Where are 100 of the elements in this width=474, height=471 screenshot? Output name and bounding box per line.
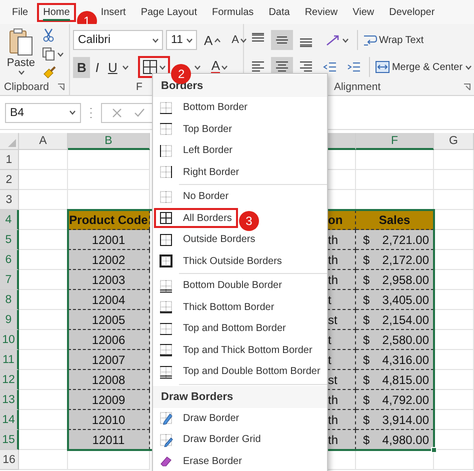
column-header[interactable]: F bbox=[356, 133, 434, 150]
paste-button[interactable]: Paste bbox=[3, 28, 39, 75]
fill-handle[interactable] bbox=[431, 447, 437, 453]
currency-symbol: $ bbox=[362, 352, 370, 366]
menu-item[interactable]: Left Border bbox=[153, 140, 327, 162]
grow-font-button[interactable]: A bbox=[200, 30, 225, 50]
shrink-font-button[interactable]: A bbox=[228, 31, 251, 49]
ribbon-tab[interactable]: Developer bbox=[383, 2, 441, 22]
align-left-icon bbox=[250, 60, 265, 74]
sales-value: 4,815.00 bbox=[382, 372, 430, 386]
row-header[interactable]: 1 bbox=[0, 150, 19, 170]
step-badge: 2 bbox=[171, 64, 192, 84]
row-header[interactable]: 2 bbox=[0, 170, 19, 190]
border-top-bottom-icon bbox=[159, 322, 173, 336]
bold-button[interactable]: B bbox=[72, 56, 90, 78]
ribbon-tab[interactable]: Data bbox=[262, 2, 296, 22]
row-header[interactable]: 7 bbox=[0, 270, 19, 290]
column-header[interactable]: B bbox=[68, 133, 150, 150]
menu-item[interactable]: Draw Border bbox=[153, 408, 327, 429]
ribbon-tab[interactable]: Page Layout bbox=[134, 2, 203, 22]
menu-item[interactable]: Top Border bbox=[153, 118, 327, 140]
table-cell: 12006 bbox=[68, 330, 150, 350]
caret-icon bbox=[464, 64, 472, 70]
launcher-icon[interactable] bbox=[56, 82, 65, 90]
font-size-field[interactable]: 11 bbox=[166, 30, 197, 50]
table-cell: st bbox=[327, 310, 356, 330]
table-cell: th bbox=[327, 250, 356, 270]
caret-icon bbox=[240, 38, 247, 42]
menu-item[interactable]: No Border bbox=[153, 186, 327, 208]
merge-center-button[interactable]: Merge & Center bbox=[374, 59, 473, 75]
merge-icon bbox=[374, 60, 390, 74]
copy-icon[interactable] bbox=[42, 47, 55, 61]
border-right-icon bbox=[159, 165, 173, 180]
column-heading: Sales bbox=[356, 210, 434, 230]
ribbon-tab[interactable]: File bbox=[6, 2, 34, 22]
table-cell: 12007 bbox=[68, 350, 150, 370]
format-painter-icon[interactable] bbox=[42, 66, 56, 80]
row-header[interactable]: 15 bbox=[0, 430, 19, 450]
name-box[interactable]: B4 bbox=[5, 102, 81, 122]
menu-item[interactable]: Bottom Border bbox=[153, 97, 327, 118]
align-middle-button[interactable] bbox=[270, 30, 293, 50]
currency-symbol: $ bbox=[362, 252, 370, 266]
ribbon-tab[interactable]: Review bbox=[298, 2, 344, 22]
sales-value: 3,914.00 bbox=[382, 412, 430, 426]
row-header[interactable]: 5 bbox=[0, 230, 19, 250]
menu-item[interactable]: Right Border bbox=[153, 162, 327, 183]
wrap-text-button[interactable]: Wrap Text bbox=[362, 32, 425, 48]
currency-symbol: $ bbox=[362, 232, 370, 246]
caret-icon bbox=[57, 52, 64, 56]
border-none-icon bbox=[159, 190, 173, 204]
table-cell: 12004 bbox=[68, 290, 150, 310]
border-all-icon bbox=[159, 211, 173, 226]
font-name-field[interactable]: Calibri bbox=[72, 30, 163, 50]
ribbon-tab[interactable]: Formulas bbox=[206, 2, 260, 22]
launcher-icon[interactable] bbox=[462, 82, 471, 90]
check-icon[interactable] bbox=[134, 108, 145, 118]
menu-item[interactable]: Outside Borders bbox=[153, 229, 327, 250]
empty-cell bbox=[434, 190, 474, 210]
table-cell: 12008 bbox=[68, 370, 150, 390]
italic-button[interactable]: I bbox=[91, 56, 103, 78]
currency-symbol: $ bbox=[362, 432, 370, 446]
row-header[interactable]: 8 bbox=[0, 290, 19, 310]
column-header[interactable] bbox=[327, 133, 356, 150]
step-badge: 3 bbox=[238, 211, 259, 232]
column-header[interactable]: A bbox=[19, 133, 68, 150]
underline-button[interactable]: U bbox=[104, 56, 122, 78]
align-center-icon bbox=[274, 60, 289, 74]
border-top-icon bbox=[159, 122, 173, 136]
scissors-icon[interactable] bbox=[42, 28, 55, 42]
table-cell: 12005 bbox=[68, 310, 150, 330]
row-header[interactable]: 6 bbox=[0, 250, 19, 270]
row-header[interactable]: 14 bbox=[0, 410, 19, 430]
row-header[interactable]: 9 bbox=[0, 310, 19, 330]
outdent-icon bbox=[322, 60, 337, 74]
menu-item[interactable]: Thick Outside Borders bbox=[153, 250, 327, 272]
menu-item[interactable]: Bottom Double Border bbox=[153, 275, 327, 296]
ribbon-tab[interactable]: View bbox=[346, 2, 380, 22]
row-header[interactable]: 3 bbox=[0, 190, 19, 210]
table-cell: 12001 bbox=[68, 230, 150, 250]
border-outside-icon bbox=[159, 232, 173, 247]
menu-item[interactable]: Draw Border Grid bbox=[153, 429, 327, 450]
row-header[interactable]: 13 bbox=[0, 390, 19, 410]
menu-item[interactable]: Top and Thick Bottom Border bbox=[153, 340, 327, 361]
row-header[interactable]: 12 bbox=[0, 370, 19, 390]
menu-item[interactable]: Erase Border bbox=[153, 450, 327, 471]
menu-item[interactable]: Thick Bottom Border bbox=[153, 296, 327, 318]
menu-item[interactable]: All Borders 3 bbox=[153, 208, 327, 229]
menu-item[interactable]: Top and Double Bottom Border bbox=[153, 361, 327, 382]
caret-icon bbox=[159, 64, 166, 70]
ribbon-tab[interactable]: Insert bbox=[94, 2, 132, 22]
row-header[interactable]: 4 bbox=[0, 210, 19, 230]
menu-item[interactable]: Top and Bottom Border bbox=[153, 318, 327, 340]
row-header[interactable]: 10 bbox=[0, 330, 19, 350]
caret-icon bbox=[194, 64, 202, 70]
sales-value: 4,792.00 bbox=[382, 392, 430, 406]
caret-icon bbox=[152, 38, 159, 42]
border-left-icon bbox=[159, 144, 173, 158]
row-header[interactable]: 16 bbox=[0, 450, 19, 470]
row-header[interactable]: 11 bbox=[0, 350, 19, 370]
column-header[interactable]: G bbox=[434, 133, 474, 150]
